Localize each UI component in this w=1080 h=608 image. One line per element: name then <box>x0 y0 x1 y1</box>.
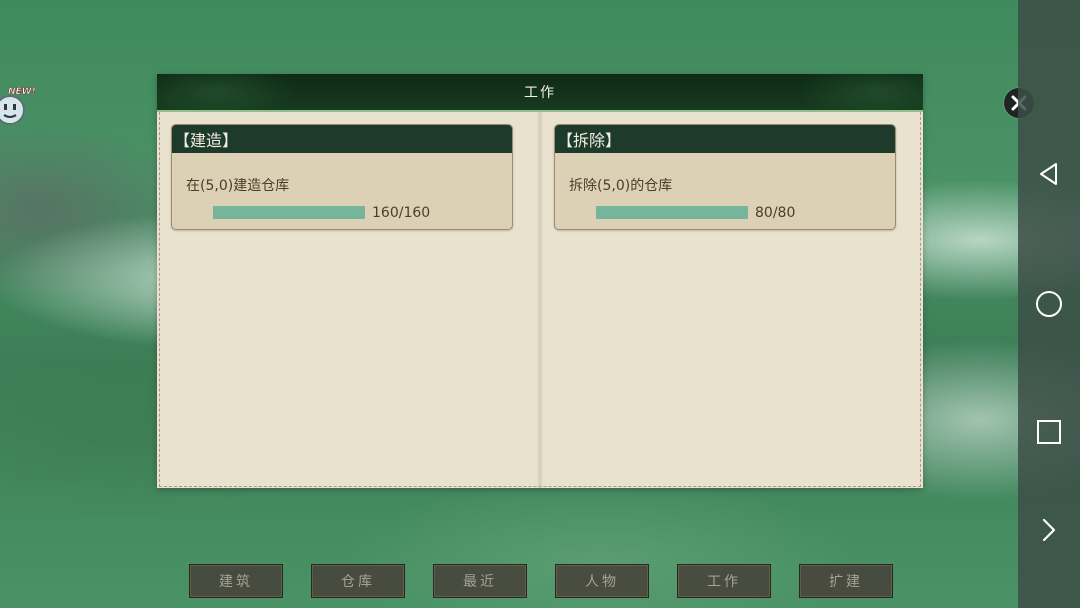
job-description: 拆除(5,0)的仓库 <box>569 178 673 194</box>
dialog-body: 【建造】 在(5,0)建造仓库 160/160 【拆除】 拆除(5,0)的仓库 … <box>157 112 923 488</box>
dialog-header: 工作 <box>157 74 923 112</box>
tab-buildings[interactable]: 建筑 <box>189 564 283 598</box>
job-title: 【建造】 <box>174 131 239 150</box>
job-card-header: 【建造】 <box>172 125 512 153</box>
game-screen: NEW! 工作 【建造】 在(5,0)建造仓库 160/160 【拆除】 拆除(… <box>0 0 1080 608</box>
tab-label: 工作 <box>707 574 741 590</box>
chevron-right-icon <box>1042 518 1056 542</box>
job-progress-bar <box>213 206 365 219</box>
tab-label: 仓库 <box>341 574 375 590</box>
job-title: 【拆除】 <box>557 131 622 150</box>
tab-label: 建筑 <box>219 574 253 590</box>
job-card-build[interactable]: 【建造】 在(5,0)建造仓库 160/160 <box>171 124 513 230</box>
tab-label: 人物 <box>585 574 619 590</box>
job-description: 在(5,0)建造仓库 <box>186 178 290 194</box>
new-badge[interactable]: NEW! <box>0 82 38 134</box>
system-navigation-bar <box>1018 0 1080 608</box>
nav-back-button[interactable] <box>1031 156 1067 192</box>
nav-more-button[interactable] <box>1031 512 1067 548</box>
job-card-demolish[interactable]: 【拆除】 拆除(5,0)的仓库 80/80 <box>554 124 896 230</box>
badge-text: NEW! <box>8 87 36 97</box>
recents-icon <box>1037 420 1061 444</box>
tab-work[interactable]: 工作 <box>677 564 771 598</box>
job-progress-fill <box>213 206 365 219</box>
job-card-header: 【拆除】 <box>555 125 895 153</box>
mascot-icon: NEW! <box>0 87 36 125</box>
home-icon <box>1036 291 1062 317</box>
nav-home-button[interactable] <box>1031 286 1067 322</box>
tab-label: 最近 <box>463 574 497 590</box>
job-progress-text: 160/160 <box>372 205 431 221</box>
dialog-title: 工作 <box>524 85 556 101</box>
job-progress-bar <box>596 206 748 219</box>
work-dialog: 工作 【建造】 在(5,0)建造仓库 160/160 【拆除】 拆除(5,0)的… <box>157 74 923 488</box>
job-progress-text: 80/80 <box>755 205 796 221</box>
tab-characters[interactable]: 人物 <box>555 564 649 598</box>
back-icon <box>1040 163 1057 185</box>
job-progress-fill <box>596 206 748 219</box>
tab-warehouse[interactable]: 仓库 <box>311 564 405 598</box>
nav-recents-button[interactable] <box>1031 414 1067 450</box>
tab-expand[interactable]: 扩建 <box>799 564 893 598</box>
tab-label: 扩建 <box>829 574 863 590</box>
tab-recent[interactable]: 最近 <box>433 564 527 598</box>
